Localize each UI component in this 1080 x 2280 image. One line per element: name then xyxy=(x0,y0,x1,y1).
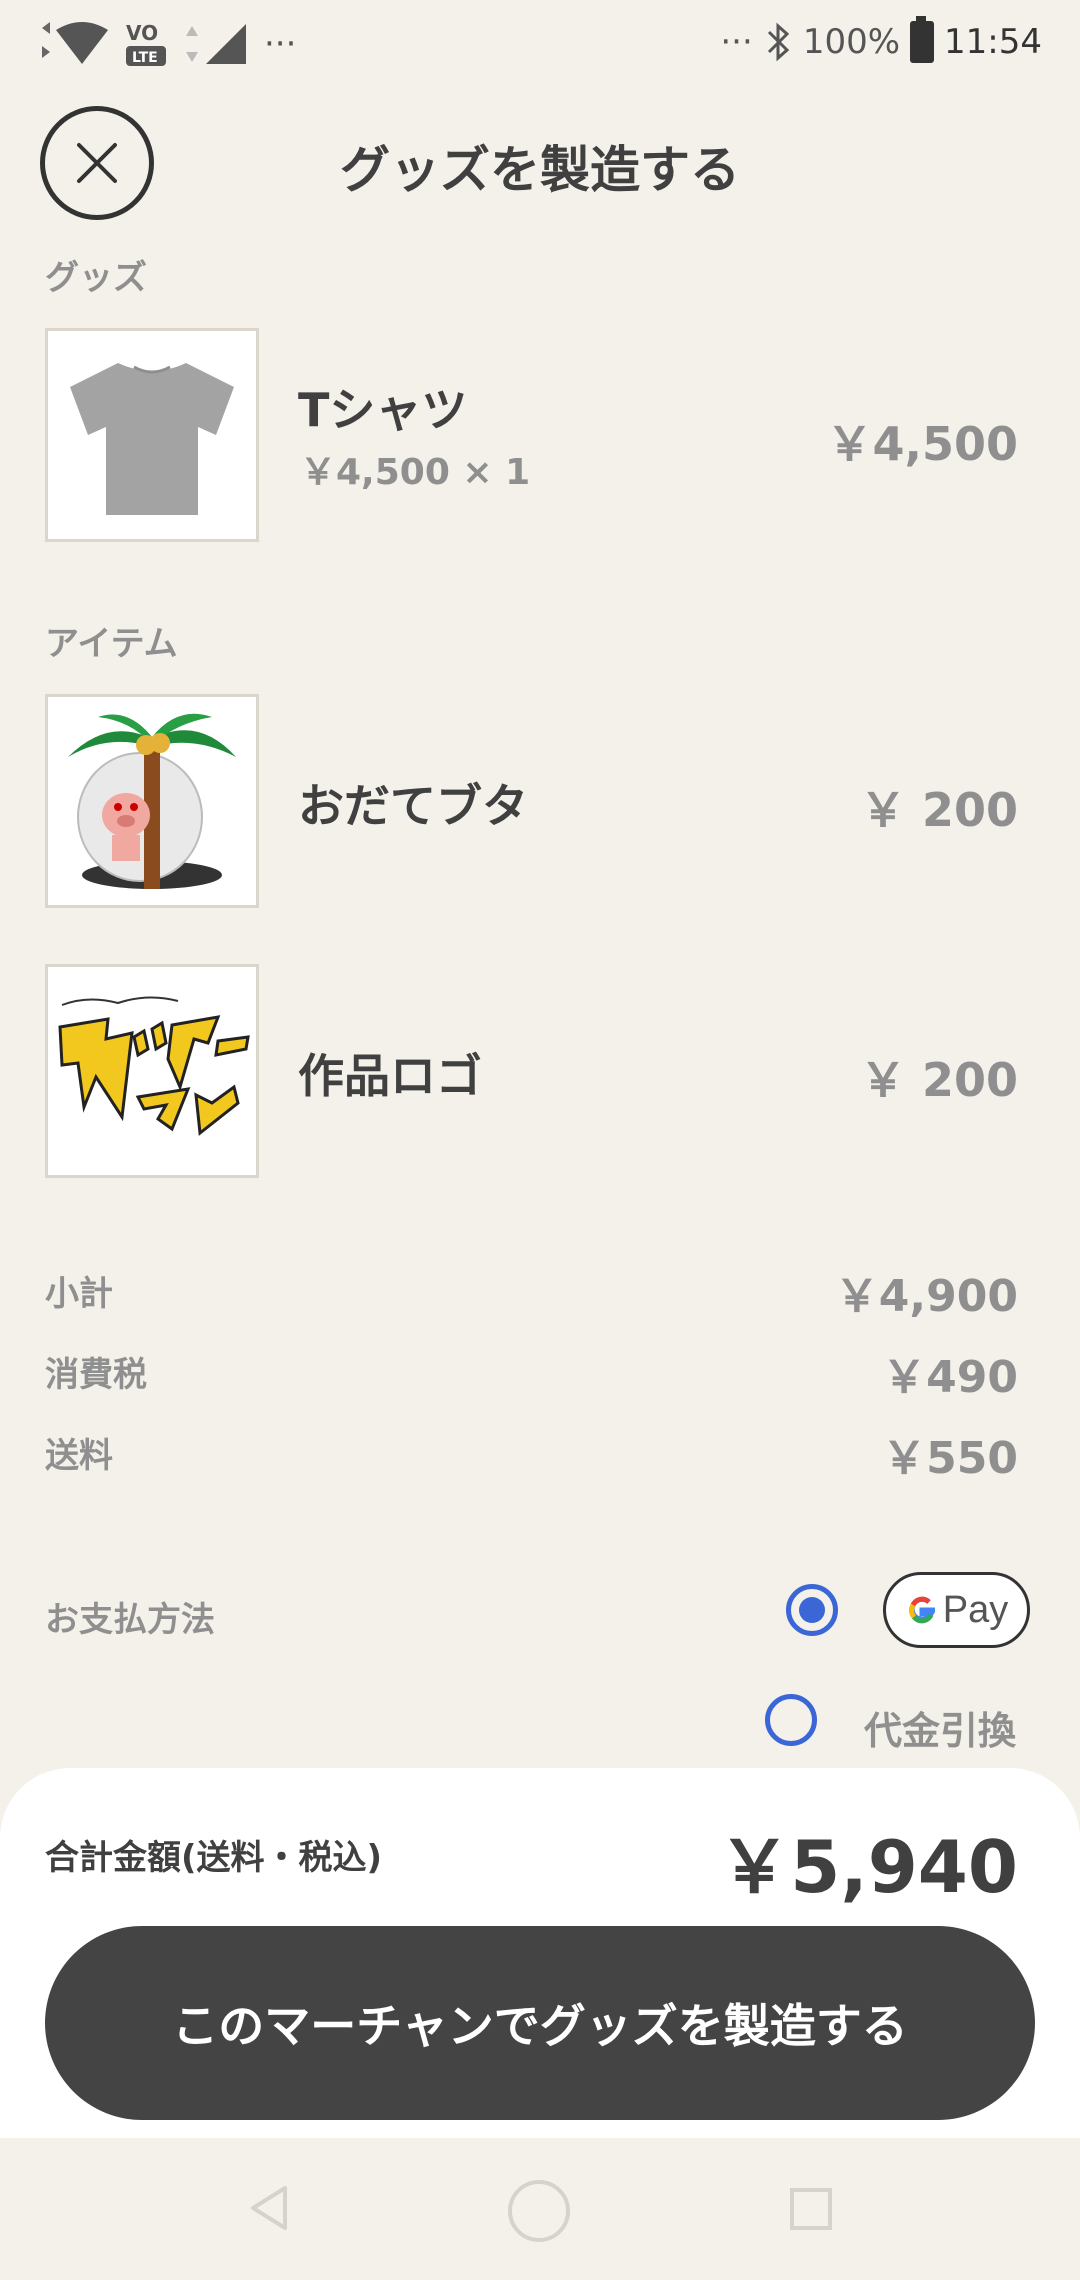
subtotal-row: 小計 ￥4,900 xyxy=(45,1266,1018,1322)
status-right: ··· 100% 11:54 xyxy=(720,16,1042,64)
subtotal-value: ￥4,900 xyxy=(834,1271,1018,1322)
shipping-label: 送料 xyxy=(45,1436,113,1476)
pig-palm-illustration xyxy=(68,713,236,889)
subtotal-label: 小計 xyxy=(45,1274,113,1314)
tax-label: 消費税 xyxy=(45,1355,147,1395)
battery-percent: 100% xyxy=(802,22,901,62)
total-label: 合計金額(送料・税込) xyxy=(45,1838,383,1878)
gpay-radio[interactable] xyxy=(786,1584,838,1636)
total-value: ￥5,940 xyxy=(718,1825,1018,1909)
item-name-odate-buta: おだてブタ xyxy=(298,779,528,833)
item-thumbnail-logo[interactable] xyxy=(45,964,259,1178)
wifi-icon xyxy=(42,22,108,64)
signal-icon xyxy=(186,24,246,64)
items-section-label: アイテム xyxy=(45,624,178,664)
item-price-odate-buta: ￥ 200 xyxy=(859,783,1018,837)
svg-text:LTE: LTE xyxy=(132,50,158,66)
item-price-logo: ￥ 200 xyxy=(859,1053,1018,1107)
shipping-value: ￥550 xyxy=(882,1433,1018,1484)
recents-nav-icon[interactable] xyxy=(788,2186,834,2232)
status-left: VO LTE ··· xyxy=(40,20,296,68)
goods-item-price: ￥4,500 xyxy=(826,417,1018,471)
status-time: 11:54 xyxy=(944,22,1042,62)
svg-text:VO: VO xyxy=(126,21,158,45)
system-nav-bar xyxy=(0,2138,1080,2280)
page-title: グッズを製造する xyxy=(340,141,740,199)
item-thumbnail-odate-buta[interactable] xyxy=(45,694,259,908)
gpay-label: Pay xyxy=(942,1588,1009,1631)
google-g-icon xyxy=(908,1596,935,1624)
volte-icon: VO LTE xyxy=(126,21,166,66)
cod-label[interactable]: 代金引換 xyxy=(864,1700,1016,1755)
tshirt-thumbnail[interactable] xyxy=(45,328,259,542)
item-name-logo: 作品ロゴ xyxy=(298,1049,482,1103)
status-bar: VO LTE ··· ··· 100% 11:54 xyxy=(0,0,1080,90)
yatterman-logo-image xyxy=(58,996,250,1136)
goods-item-name: Tシャツ xyxy=(298,383,468,437)
shipping-row: 送料 ￥550 xyxy=(45,1428,1018,1484)
goods-item-quantity-price: ￥4,500 × 1 xyxy=(300,452,531,493)
status-more-right: ··· xyxy=(720,22,753,62)
goods-section-label: グッズ xyxy=(45,258,147,298)
gpay-option[interactable]: Pay xyxy=(883,1572,1030,1648)
tax-value: ￥490 xyxy=(882,1352,1018,1403)
payment-method-label: お支払方法 xyxy=(45,1600,215,1640)
battery-icon xyxy=(910,16,935,63)
cod-radio[interactable] xyxy=(765,1694,817,1746)
bluetooth-icon xyxy=(767,22,789,62)
back-nav-icon[interactable] xyxy=(245,2182,295,2234)
status-more-left: ··· xyxy=(264,24,297,64)
manufacture-goods-button[interactable]: このマーチャンでグッズを製造する xyxy=(45,1926,1035,2120)
home-nav-icon[interactable] xyxy=(506,2178,572,2244)
tax-row: 消費税 ￥490 xyxy=(45,1347,1018,1403)
tshirt-image xyxy=(70,363,234,515)
manufacture-goods-button-label: このマーチャンでグッズを製造する xyxy=(172,1999,908,2053)
